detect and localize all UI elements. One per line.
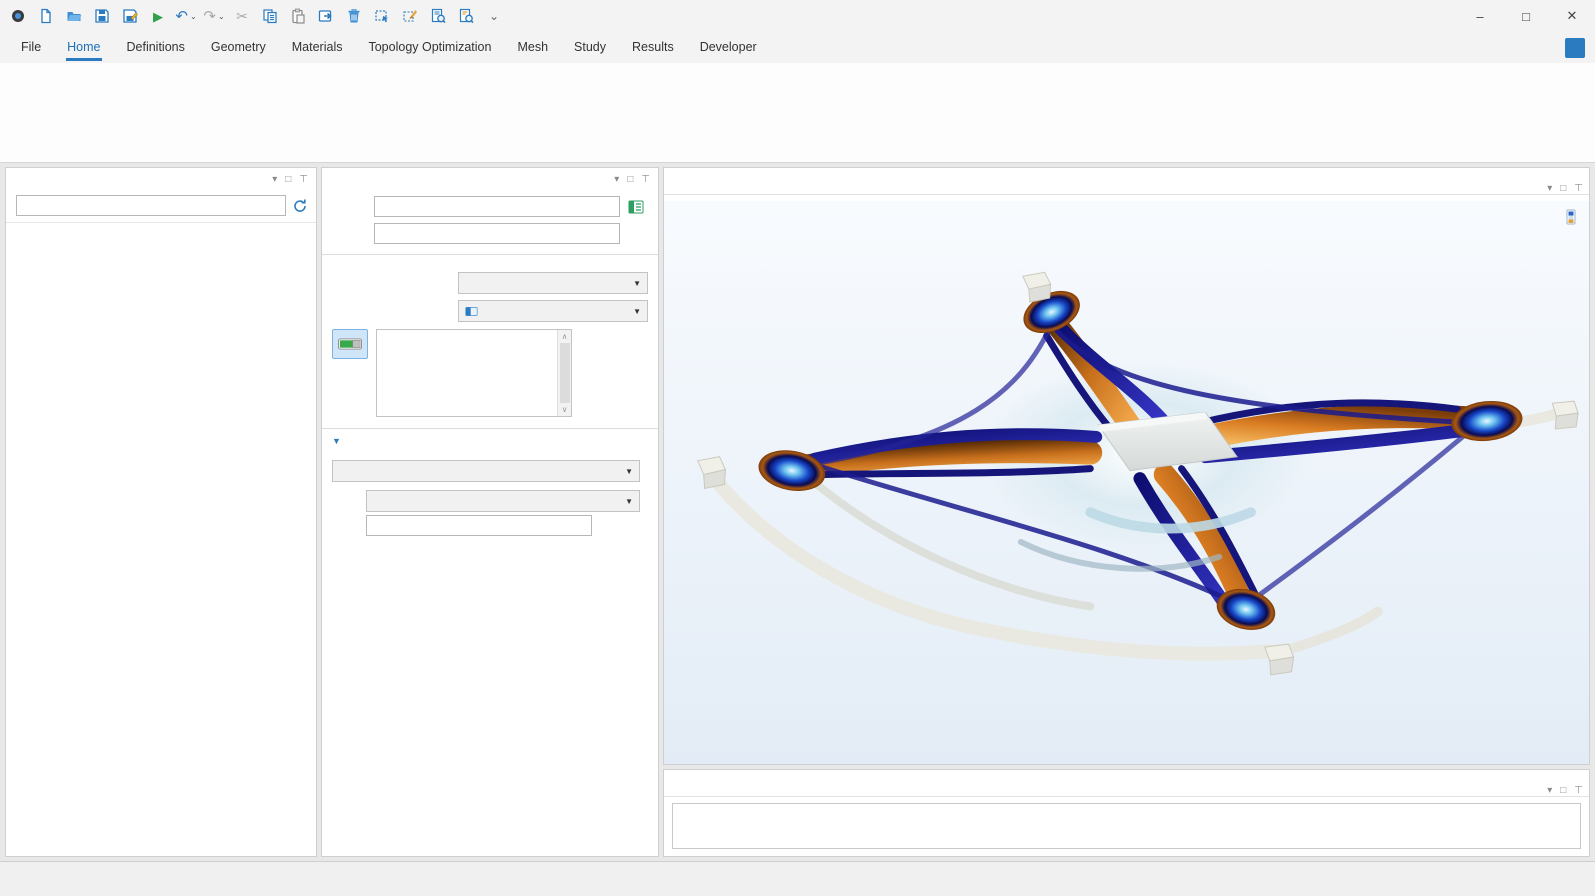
corner-block xyxy=(1023,272,1051,302)
messages-output[interactable] xyxy=(672,803,1581,849)
panel-float-icon[interactable]: □ xyxy=(1560,183,1566,194)
panel-pin-icon[interactable]: ⊤ xyxy=(641,174,650,185)
panel-float-icon[interactable]: □ xyxy=(627,174,633,185)
panel-menu-icon[interactable]: ▾ xyxy=(1547,183,1552,194)
close-button[interactable]: ✕ xyxy=(1549,0,1595,32)
menu-tab-definitions[interactable]: Definitions xyxy=(116,34,196,61)
corner-block xyxy=(698,457,726,489)
menu-tab-file[interactable]: File xyxy=(10,34,52,61)
panel-menu-icon[interactable]: ▾ xyxy=(1547,785,1552,796)
run-button[interactable]: ▶ xyxy=(146,4,170,28)
paste-button[interactable] xyxy=(286,4,310,28)
corner-block xyxy=(1552,401,1578,429)
open-button[interactable] xyxy=(62,4,86,28)
panel-menu-icon[interactable]: ▾ xyxy=(614,174,619,185)
redo-button[interactable]: ↷⌄ xyxy=(202,4,226,28)
graphics-canvas[interactable] xyxy=(664,201,1589,764)
filter-radius-mode-dropdown[interactable]: ▼ xyxy=(366,490,640,512)
menu-tab-materials[interactable]: Materials xyxy=(281,34,354,61)
titlebar: ▶↶⌄↷⌄✂ ⌄ – □ ✕ xyxy=(0,0,1595,32)
section-filtering[interactable]: ▼ xyxy=(322,429,658,453)
duplicate-button[interactable] xyxy=(314,4,338,28)
active-toggle-button[interactable] xyxy=(332,329,368,359)
select-button[interactable] xyxy=(370,4,394,28)
color-legend-icon[interactable] xyxy=(1563,209,1579,225)
save-as-button[interactable] xyxy=(118,4,142,28)
menubar: FileHomeDefinitionsGeometryMaterialsTopo… xyxy=(0,32,1595,63)
name-input[interactable] xyxy=(374,223,620,244)
panel-float-icon[interactable]: □ xyxy=(285,174,291,185)
drone-topology-plot xyxy=(664,201,1589,764)
menu-tab-topology-optimization[interactable]: Topology Optimization xyxy=(357,34,502,61)
comsol-window: ▶↶⌄↷⌄✂ ⌄ – □ ✕ FileHomeDefinitionsGeometr… xyxy=(0,0,1595,896)
preview-button[interactable] xyxy=(426,4,450,28)
maximize-button[interactable]: □ xyxy=(1503,0,1549,32)
undo-button[interactable]: ↶⌄ xyxy=(174,4,198,28)
cut-button[interactable]: ✂ xyxy=(230,4,254,28)
panel-float-icon[interactable]: □ xyxy=(1560,785,1566,796)
statusbar xyxy=(0,861,1595,896)
settings-panel: ▾ □ ⊤ xyxy=(321,167,659,857)
delete-button[interactable] xyxy=(342,4,366,28)
new-file-button[interactable] xyxy=(34,4,58,28)
model-tree xyxy=(6,222,316,856)
filter-radius-input[interactable] xyxy=(366,515,592,536)
menu-tab-developer[interactable]: Developer xyxy=(689,34,768,61)
quick-access-toolbar: ▶↶⌄↷⌄✂ ⌄ xyxy=(0,4,506,28)
selection-list-scrollbar[interactable]: ∧∨ xyxy=(557,330,571,416)
messages-panel: ▾ □ ⊤ xyxy=(663,769,1590,857)
filter-radius-caption xyxy=(322,482,658,489)
panel-pin-icon[interactable]: ⊤ xyxy=(1574,785,1583,796)
panel-pin-icon[interactable]: ⊤ xyxy=(299,174,308,185)
active-switch-icon xyxy=(338,337,362,351)
entity-level-dropdown[interactable]: ▼ xyxy=(458,272,648,294)
all-domains-icon xyxy=(465,305,478,318)
filter-type-caption xyxy=(322,453,658,460)
filter-type-dropdown[interactable]: ▼ xyxy=(332,460,640,482)
ribbon-tabs: FileHomeDefinitionsGeometryMaterialsTopo… xyxy=(10,34,768,61)
model-builder-toolbar xyxy=(6,187,316,195)
menu-tab-geometry[interactable]: Geometry xyxy=(200,34,277,61)
customize-toolbar-button[interactable]: ⌄ xyxy=(482,4,506,28)
menu-tab-mesh[interactable]: Mesh xyxy=(506,34,559,61)
selection-list[interactable]: ∧∨ xyxy=(376,329,572,417)
menu-tab-study[interactable]: Study xyxy=(563,34,617,61)
window-controls: – □ ✕ xyxy=(1457,0,1595,32)
save-button[interactable] xyxy=(90,4,114,28)
document-properties-icon[interactable] xyxy=(628,199,644,215)
graphics-panel: ▾ □ ⊤ xyxy=(663,167,1590,765)
menu-tab-home[interactable]: Home xyxy=(56,34,111,61)
selection-dropdown[interactable]: ▼ xyxy=(458,300,648,322)
comsol-logo xyxy=(6,4,30,28)
section-geometric-entity[interactable] xyxy=(322,255,658,269)
main-area: ▾ □ ⊤ ▾ □ ⊤ xyxy=(0,163,1595,861)
preview-all-button[interactable] xyxy=(454,4,478,28)
refresh-icon[interactable] xyxy=(292,198,308,214)
model-builder-panel: ▾ □ ⊤ xyxy=(5,167,317,857)
label-input[interactable] xyxy=(374,196,620,217)
tree-filter-input[interactable] xyxy=(16,195,286,216)
panel-pin-icon[interactable]: ⊤ xyxy=(1574,183,1583,194)
clear-selection-button[interactable] xyxy=(398,4,422,28)
menu-tab-results[interactable]: Results xyxy=(621,34,685,61)
panel-menu-icon[interactable]: ▾ xyxy=(272,174,277,185)
ribbon xyxy=(0,63,1595,163)
copy-button[interactable] xyxy=(258,4,282,28)
minimize-button[interactable]: – xyxy=(1457,0,1503,32)
selection-list-buttons xyxy=(580,329,636,417)
help-button[interactable] xyxy=(1565,38,1585,58)
corner-block xyxy=(1265,644,1294,675)
